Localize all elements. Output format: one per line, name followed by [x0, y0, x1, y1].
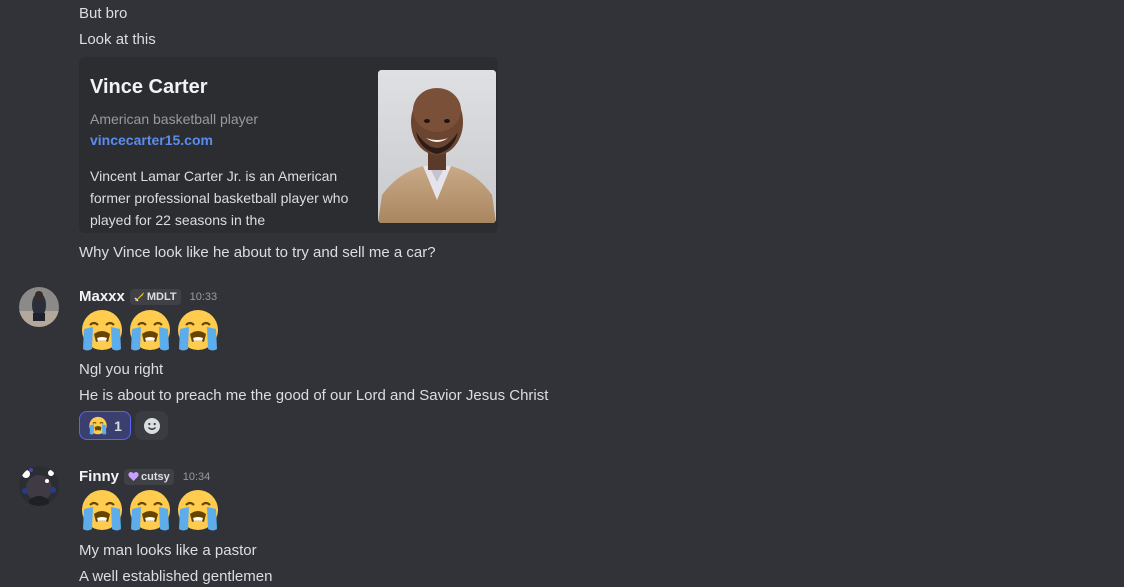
message-header: Finny cutsy 10:34	[79, 468, 210, 485]
server-tag-label: cutsy	[141, 470, 170, 483]
loudly-crying-face-icon[interactable]	[79, 308, 125, 354]
timestamp[interactable]: 10:34	[183, 471, 211, 483]
avatar[interactable]	[19, 466, 59, 506]
link-embed: Vince Carter American basketball player …	[79, 57, 498, 233]
loudly-crying-face-icon[interactable]	[79, 488, 125, 534]
reaction-button[interactable]: 1	[79, 411, 131, 440]
server-tag-label: MDLT	[146, 290, 177, 303]
message-text: But bro	[79, 5, 128, 22]
loudly-crying-face-icon	[89, 416, 107, 434]
message-header: Maxxx MDLT 10:33	[79, 288, 217, 305]
username[interactable]: Maxxx	[79, 288, 125, 305]
loudly-crying-face-icon[interactable]	[127, 308, 173, 354]
loudly-crying-face-icon[interactable]	[175, 308, 221, 354]
smiley-icon	[143, 417, 160, 434]
message-text: Look at this	[79, 31, 156, 48]
loudly-crying-face-icon[interactable]	[175, 488, 221, 534]
message-text: Ngl you right	[79, 361, 164, 378]
reaction-count: 1	[114, 417, 122, 434]
message-text: A well established gentlemen	[79, 568, 273, 585]
message-text: Why Vince look like he about to try and …	[79, 244, 436, 261]
chat-area: But bro Look at this Vince Carter Americ…	[0, 0, 1124, 587]
embed-title[interactable]: Vince Carter	[90, 76, 207, 99]
timestamp[interactable]: 10:33	[190, 291, 218, 303]
embed-description: Vincent Lamar Carter Jr. is an American …	[90, 168, 349, 228]
message-text: He is about to preach me the good of our…	[79, 387, 549, 404]
loudly-crying-face-icon[interactable]	[127, 488, 173, 534]
message-text: My man looks like a pastor	[79, 542, 257, 559]
user-avatar-icon	[19, 287, 59, 327]
server-tag[interactable]: MDLT	[129, 288, 181, 305]
add-reaction-button[interactable]	[135, 411, 168, 440]
sword-icon	[134, 292, 144, 302]
heart-icon	[128, 472, 139, 481]
person-photo-icon	[378, 70, 496, 223]
emoji-row	[79, 488, 221, 534]
user-avatar-icon	[19, 466, 59, 506]
emoji-row	[79, 308, 221, 354]
embed-link[interactable]: vincecarter15.com	[90, 132, 213, 148]
embed-subtitle: American basketball player	[90, 111, 259, 127]
server-tag[interactable]: cutsy	[124, 468, 174, 485]
embed-thumbnail[interactable]	[378, 70, 496, 223]
username[interactable]: Finny	[79, 468, 119, 485]
avatar[interactable]	[19, 287, 59, 327]
